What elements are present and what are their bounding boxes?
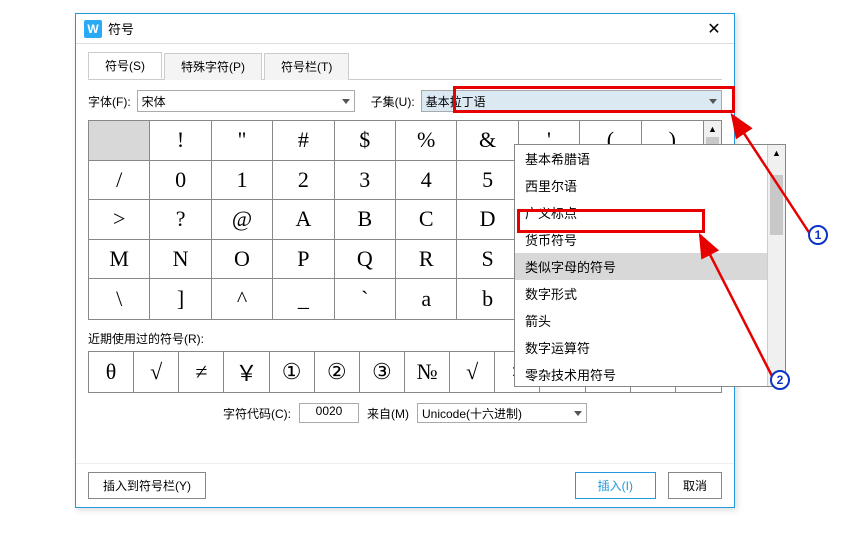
font-select-value: 宋体	[142, 93, 166, 110]
code-input[interactable]: 0020	[299, 403, 359, 423]
recent-cell[interactable]: ￥	[224, 352, 269, 392]
scroll-up-icon[interactable]: ▲	[768, 145, 785, 161]
scroll-thumb[interactable]	[770, 175, 783, 235]
font-subset-row: 字体(F): 宋体 子集(U): 基本拉丁语	[88, 90, 722, 112]
recent-cell[interactable]: √	[450, 352, 495, 392]
char-cell[interactable]: 1	[212, 161, 273, 201]
insert-button[interactable]: 插入(I)	[575, 472, 656, 499]
char-cell[interactable]: _	[273, 279, 334, 319]
code-row: 字符代码(C): 0020 来自(M) Unicode(十六进制)	[88, 403, 722, 423]
char-cell[interactable]: \	[89, 279, 150, 319]
symbol-dialog: W 符号 ✕ 符号(S) 特殊字符(P) 符号栏(T) 字体(F): 宋体 子集…	[75, 13, 735, 508]
chevron-down-icon	[709, 99, 717, 104]
subset-label: 子集(U):	[371, 93, 415, 110]
tab-bar[interactable]: 符号栏(T)	[264, 53, 349, 80]
chevron-down-icon	[342, 99, 350, 104]
callout-2: 2	[770, 370, 790, 390]
dropdown-item[interactable]: 数字运算符	[515, 334, 767, 361]
char-cell[interactable]: "	[212, 121, 273, 161]
from-select[interactable]: Unicode(十六进制)	[417, 403, 587, 423]
app-icon: W	[84, 20, 102, 38]
char-cell[interactable]: M	[89, 240, 150, 280]
char-cell[interactable]: $	[335, 121, 396, 161]
dropdown-item[interactable]: 基本希腊语	[515, 145, 767, 172]
recent-cell[interactable]: √	[134, 352, 179, 392]
tab-special[interactable]: 特殊字符(P)	[164, 53, 262, 80]
char-cell[interactable]	[89, 121, 150, 161]
tab-symbol[interactable]: 符号(S)	[88, 52, 162, 79]
from-select-value: Unicode(十六进制)	[422, 405, 522, 422]
char-cell[interactable]: S	[457, 240, 518, 280]
dropdown-item[interactable]: 零杂技术用符号	[515, 361, 767, 386]
insert-to-bar-button[interactable]: 插入到符号栏(Y)	[88, 472, 206, 499]
char-cell[interactable]: !	[150, 121, 211, 161]
code-label: 字符代码(C):	[223, 405, 291, 422]
cancel-button[interactable]: 取消	[668, 472, 722, 499]
dropdown-item[interactable]: 数字形式	[515, 280, 767, 307]
char-cell[interactable]: b	[457, 279, 518, 319]
char-cell[interactable]: 4	[396, 161, 457, 201]
subset-dropdown: 基本希腊语西里尔语广义标点货币符号类似字母的符号数字形式箭头数字运算符零杂技术用…	[514, 144, 786, 387]
recent-cell[interactable]: ①	[270, 352, 315, 392]
font-label: 字体(F):	[88, 93, 131, 110]
char-cell[interactable]: D	[457, 200, 518, 240]
char-cell[interactable]: O	[212, 240, 273, 280]
recent-cell[interactable]: №	[405, 352, 450, 392]
font-select[interactable]: 宋体	[137, 90, 355, 112]
subset-select[interactable]: 基本拉丁语	[421, 90, 722, 112]
dropdown-item[interactable]: 货币符号	[515, 226, 767, 253]
char-cell[interactable]: N	[150, 240, 211, 280]
close-button[interactable]: ✕	[694, 14, 734, 44]
dropdown-item[interactable]: 类似字母的符号	[515, 253, 767, 280]
char-cell[interactable]: R	[396, 240, 457, 280]
from-label: 来自(M)	[367, 405, 409, 422]
close-icon: ✕	[707, 19, 720, 39]
dropdown-item[interactable]: 西里尔语	[515, 172, 767, 199]
dropdown-item[interactable]: 箭头	[515, 307, 767, 334]
char-cell[interactable]: C	[396, 200, 457, 240]
char-cell[interactable]: &	[457, 121, 518, 161]
dropdown-scrollbar[interactable]: ▲ ▼	[767, 145, 785, 386]
chevron-down-icon	[574, 411, 582, 416]
tab-bar: 符号(S) 特殊字符(P) 符号栏(T)	[88, 52, 722, 80]
dialog-title: 符号	[108, 19, 694, 38]
char-cell[interactable]: ^	[212, 279, 273, 319]
recent-cell[interactable]: ③	[360, 352, 405, 392]
char-cell[interactable]: ?	[150, 200, 211, 240]
char-cell[interactable]: @	[212, 200, 273, 240]
scroll-track[interactable]	[768, 161, 785, 370]
char-cell[interactable]: a	[396, 279, 457, 319]
callout-1: 1	[808, 225, 828, 245]
subset-select-value: 基本拉丁语	[426, 93, 486, 110]
char-cell[interactable]: 2	[273, 161, 334, 201]
titlebar: W 符号 ✕	[76, 14, 734, 44]
bottom-bar: 插入到符号栏(Y) 插入(I) 取消	[76, 463, 734, 507]
char-cell[interactable]: 3	[335, 161, 396, 201]
recent-cell[interactable]: θ	[89, 352, 134, 392]
scroll-up-icon[interactable]: ▲	[704, 121, 721, 137]
char-cell[interactable]: 5	[457, 161, 518, 201]
char-cell[interactable]: Q	[335, 240, 396, 280]
char-cell[interactable]: #	[273, 121, 334, 161]
char-cell[interactable]: ]	[150, 279, 211, 319]
char-cell[interactable]: %	[396, 121, 457, 161]
char-cell[interactable]: B	[335, 200, 396, 240]
char-cell[interactable]: `	[335, 279, 396, 319]
char-cell[interactable]: 0	[150, 161, 211, 201]
char-cell[interactable]: A	[273, 200, 334, 240]
dropdown-item[interactable]: 广义标点	[515, 199, 767, 226]
recent-cell[interactable]: ≠	[179, 352, 224, 392]
char-cell[interactable]: /	[89, 161, 150, 201]
char-cell[interactable]: >	[89, 200, 150, 240]
char-cell[interactable]: P	[273, 240, 334, 280]
recent-cell[interactable]: ②	[315, 352, 360, 392]
